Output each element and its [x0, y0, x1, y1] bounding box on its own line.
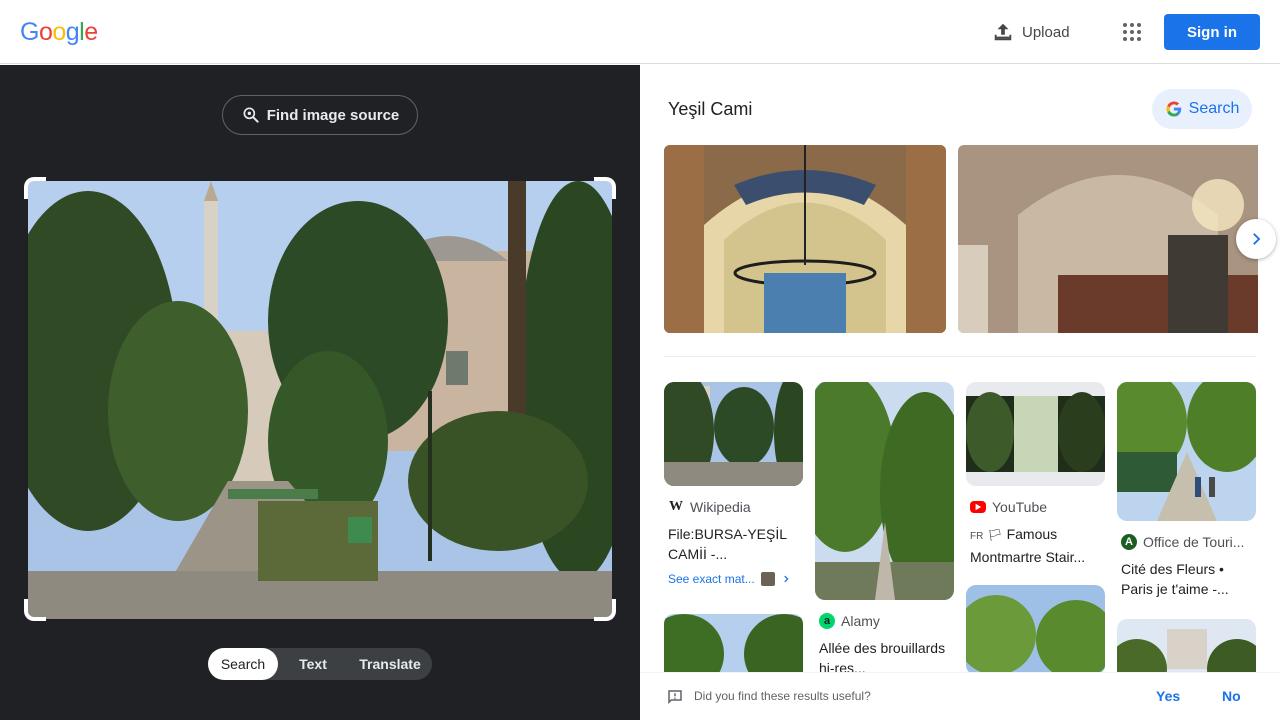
- top-bar: Google Upload Sign in: [0, 0, 1280, 64]
- see-exact-matches-link[interactable]: See exact mat...: [664, 572, 803, 586]
- mode-tabs: Search Text Translate: [208, 648, 432, 680]
- query-image[interactable]: [28, 181, 612, 619]
- office-tourisme-icon: A: [1121, 534, 1137, 550]
- result-title[interactable]: FR 🏳 Famous Montmartre Stair...: [966, 524, 1105, 567]
- sign-in-button[interactable]: Sign in: [1164, 14, 1260, 50]
- entity-image[interactable]: [958, 145, 1258, 333]
- result-source: W Wikipedia: [664, 498, 803, 516]
- visual-match-card[interactable]: a Alamy Allée des brouillards hi-res...: [815, 382, 954, 678]
- results-panel: Yeşil Cami Search W Wikipedia File:BURSA…: [640, 65, 1280, 720]
- source-name: Office de Touri...: [1143, 534, 1245, 550]
- tab-text[interactable]: Text: [278, 648, 348, 680]
- section-divider: [664, 356, 1256, 357]
- youtube-icon: [970, 501, 986, 513]
- google-search-button[interactable]: Search: [1152, 89, 1252, 129]
- crop-handle-top-left[interactable]: [24, 177, 46, 199]
- visual-match-card[interactable]: YouTube FR 🏳 Famous Montmartre Stair...: [966, 382, 1105, 567]
- logo-letter: o: [52, 18, 66, 46]
- upload-icon: [994, 23, 1012, 41]
- find-image-source-button[interactable]: Find image source: [222, 95, 418, 135]
- result-title[interactable]: File:BURSA-YEŞİL CAMİİ -...: [664, 524, 803, 564]
- flag-icon: 🏳: [987, 528, 1003, 542]
- visual-match-card[interactable]: W Wikipedia File:BURSA-YEŞİL CAMİİ -... …: [664, 382, 803, 586]
- exact-match-thumb-icon: [760, 572, 775, 586]
- google-logo[interactable]: Google: [20, 18, 98, 47]
- result-thumbnail[interactable]: [1117, 382, 1256, 521]
- logo-letter: g: [65, 18, 80, 46]
- alamy-icon: a: [819, 613, 835, 629]
- feedback-bar: Did you find these results useful? Yes N…: [640, 672, 1280, 720]
- google-search-label: Search: [1188, 100, 1240, 117]
- chevron-right-icon: [784, 575, 789, 583]
- source-name: Alamy: [841, 613, 880, 629]
- result-thumbnail[interactable]: [664, 382, 803, 486]
- upload-label: Upload: [1022, 23, 1070, 41]
- chevron-right-icon: [1253, 233, 1261, 245]
- visual-match-card[interactable]: [966, 585, 1105, 675]
- source-name: Wikipedia: [690, 499, 751, 515]
- crop-handle-bottom-right[interactable]: [594, 599, 616, 621]
- result-source: A Office de Touri...: [1117, 533, 1256, 551]
- apps-grid-icon[interactable]: [1120, 20, 1144, 44]
- exact-match-label: See exact mat...: [668, 572, 755, 586]
- crop-handle-bottom-left[interactable]: [24, 599, 46, 621]
- carousel-next-button[interactable]: [1236, 219, 1276, 259]
- logo-letter: o: [38, 18, 53, 46]
- visual-match-card[interactable]: A Office de Touri... Cité des Fleurs • P…: [1117, 382, 1256, 599]
- result-thumbnail[interactable]: [966, 585, 1105, 675]
- result-thumbnail[interactable]: [815, 382, 954, 600]
- tab-translate[interactable]: Translate: [348, 648, 432, 680]
- language-tag: FR: [970, 531, 984, 542]
- entity-image[interactable]: [664, 145, 946, 333]
- logo-letter: G: [20, 18, 39, 46]
- result-source: a Alamy: [815, 612, 954, 630]
- crop-handle-top-right[interactable]: [594, 177, 616, 199]
- query-image-panel: Find image source Search Text Translate: [0, 65, 640, 720]
- find-image-source-label: Find image source: [266, 106, 400, 124]
- upload-button[interactable]: Upload: [992, 20, 1070, 44]
- logo-letter: e: [84, 18, 98, 46]
- result-thumbnail[interactable]: [966, 382, 1105, 486]
- google-g-icon: [1166, 101, 1181, 117]
- lens-search-icon: [243, 107, 259, 123]
- result-title[interactable]: Cité des Fleurs • Paris je t'aime -...: [1117, 559, 1256, 599]
- result-source: YouTube: [966, 498, 1105, 516]
- wikipedia-icon: W: [669, 499, 683, 514]
- tab-search[interactable]: Search: [208, 648, 278, 680]
- feedback-icon: [668, 690, 682, 705]
- feedback-question: Did you find these results useful?: [694, 689, 871, 703]
- source-name: YouTube: [992, 499, 1048, 515]
- result-entity-title[interactable]: Yeşil Cami: [668, 99, 752, 120]
- feedback-yes-button[interactable]: Yes: [1156, 688, 1180, 704]
- feedback-no-button[interactable]: No: [1222, 688, 1241, 704]
